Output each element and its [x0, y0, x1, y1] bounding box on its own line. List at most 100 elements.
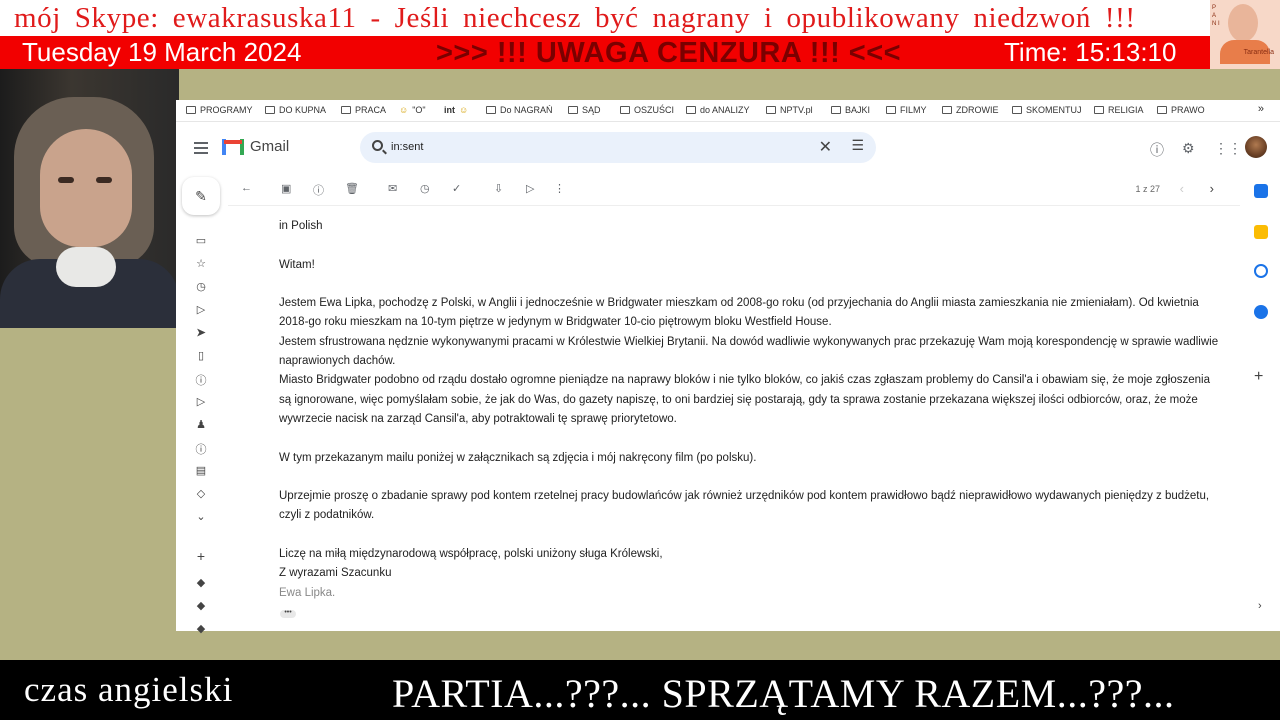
archive-icon[interactable]: ▣ — [281, 182, 291, 195]
site-icon: ☺ — [459, 105, 469, 115]
account-avatar[interactable] — [1245, 136, 1267, 158]
bookmarks-bar: PROGRAMY DO KUPNA PRACA ☺ "O" int ☺ Do NAG… — [176, 100, 1280, 122]
email-paragraph-5: Uprzejmie proszę o zbadanie sprawy pod k… — [279, 490, 1210, 522]
bookmark-zdrowie[interactable]: ZDROWIE — [942, 105, 999, 115]
folder-icon — [1012, 106, 1022, 114]
email-signature: Ewa Lipka. — [279, 586, 336, 599]
search-input[interactable]: in:sent — [391, 141, 423, 153]
inbox-icon[interactable]: ▭ — [193, 234, 209, 247]
email-view: ← ▣ ⓘ 🗑 ✉ ◷ ✓ ⇩ ▷ ⋮ 1 z 27 ‹ › in Polish… — [228, 175, 1240, 617]
search-options-icon[interactable]: ☰ — [851, 137, 864, 154]
back-arrow-icon[interactable]: ← — [241, 182, 252, 194]
profile-face — [1228, 4, 1258, 42]
info-icon[interactable]: ⓘ — [193, 441, 209, 457]
folder-icon — [766, 106, 776, 114]
label-icon[interactable]: ▷ — [193, 395, 209, 408]
bookmark-do-analizy[interactable]: do ANALIZY — [686, 105, 750, 115]
folder-icon — [831, 106, 841, 114]
gmail-logo-text: Gmail — [250, 138, 290, 155]
pencil-icon: ✎ — [195, 188, 207, 204]
gmail-header: Gmail in:sent ✕ ☰ ⓘ ⚙ ⋮⋮ — [176, 122, 1280, 174]
move-to-icon[interactable]: ⇩ — [494, 182, 503, 195]
previous-page-icon[interactable]: ‹ — [1180, 181, 1184, 196]
bookmark-oszusci[interactable]: OSZUŚCI — [620, 105, 674, 115]
report-spam-icon[interactable]: ⓘ — [313, 182, 324, 198]
tag-icon[interactable]: ◇ — [193, 487, 209, 500]
hide-side-panel-icon[interactable]: › — [1258, 600, 1262, 612]
delete-icon[interactable]: 🗑 — [345, 182, 359, 195]
email-toolbar: ← ▣ ⓘ 🗑 ✉ ◷ ✓ ⇩ ▷ ⋮ 1 z 27 ‹ › — [228, 175, 1240, 206]
search-icon[interactable] — [372, 140, 383, 151]
folder-icon — [1157, 106, 1167, 114]
censorship-warning: >>> !!! UWAGA CENZURA !!! <<< — [436, 37, 902, 69]
bookmark-o[interactable]: ☺ "O" — [399, 105, 426, 115]
email-body: in Polish Witam! Jestem Ewa Lipka, pocho… — [279, 217, 1219, 603]
compose-button[interactable]: ✎ — [182, 177, 220, 215]
contacts-side-icon[interactable] — [1254, 305, 1268, 319]
bottom-banner: czas angielski PARTIA...???... SPRZĄTAMY… — [0, 660, 1280, 720]
profile-side-text: P A N I — [1212, 5, 1220, 27]
main-menu-icon[interactable] — [194, 147, 208, 149]
gmail-logo[interactable]: Gmail — [222, 138, 289, 155]
mark-unread-icon[interactable]: ✉ — [388, 182, 397, 195]
webcam-overlay — [0, 69, 179, 328]
apps-grid-icon[interactable]: ⋮⋮ — [1214, 140, 1242, 157]
drafts-icon[interactable]: ▯ — [193, 349, 209, 362]
label-dark-icon[interactable]: ◆ — [193, 576, 209, 589]
skype-banner: mój Skype: ewakrasuska11 - Jeśli niechce… — [0, 0, 1210, 36]
pagination-text: 1 z 27 — [1135, 184, 1160, 194]
bookmark-sad[interactable]: SĄD — [568, 105, 601, 115]
bookmark-do-nagran[interactable]: Do NAGRAŃ — [486, 105, 553, 115]
sent-icon[interactable]: ➤ — [193, 326, 209, 339]
search-bar[interactable]: in:sent ✕ ☰ — [360, 132, 876, 163]
label-dark-icon[interactable]: ◆ — [193, 622, 209, 635]
folder-icon — [1094, 106, 1104, 114]
folder-icon — [620, 106, 630, 114]
settings-gear-icon[interactable]: ⚙ — [1182, 140, 1195, 157]
folder-icon — [568, 106, 578, 114]
snoozed-icon[interactable]: ◷ — [193, 280, 209, 293]
bookmark-filmy[interactable]: FILMY — [886, 105, 927, 115]
help-icon[interactable]: ⓘ — [1150, 140, 1164, 160]
add-task-icon[interactable]: ✓ — [452, 182, 461, 195]
bookmark-nptv[interactable]: NPTV.pl — [766, 105, 813, 115]
folder-icon — [942, 106, 952, 114]
chat-icon[interactable]: ▤ — [193, 464, 209, 477]
bookmark-do-kupna[interactable]: DO KUPNA — [265, 105, 326, 115]
folder-icon — [686, 106, 696, 114]
bookmark-religia[interactable]: RELIGIA — [1094, 105, 1144, 115]
folder-icon — [265, 106, 275, 114]
gmail-m-icon — [222, 138, 244, 155]
tasks-icon[interactable] — [1254, 264, 1268, 278]
important-icon[interactable]: ▷ — [193, 303, 209, 316]
email-paragraph-1: Jestem Ewa Lipka, pochodzę z Polski, w A… — [279, 297, 1199, 329]
expand-more-icon[interactable]: ⌄ — [193, 510, 209, 523]
contacts-icon[interactable]: ♟ — [193, 418, 209, 431]
calendar-icon[interactable] — [1254, 184, 1268, 198]
profile-thumbnail: P A N I Tarantella — [1210, 0, 1280, 69]
snooze-icon[interactable]: ◷ — [420, 182, 430, 195]
email-paragraph-4: W tym przekazanym mailu poniżej w załącz… — [279, 451, 757, 464]
create-label-icon[interactable]: + — [193, 548, 209, 564]
starred-icon[interactable]: ☆ — [193, 257, 209, 270]
labels-icon[interactable]: ▷ — [526, 182, 534, 195]
bookmark-int[interactable]: int ☺ — [444, 105, 468, 115]
language-note: in Polish — [279, 220, 323, 232]
bookmark-prawo[interactable]: PRAWO — [1157, 105, 1205, 115]
bookmark-praca[interactable]: PRACA — [341, 105, 386, 115]
add-addon-icon[interactable]: + — [1254, 368, 1263, 386]
email-paragraph-3: Miasto Bridgwater podobno od rządu dosta… — [279, 374, 1210, 425]
bookmarks-more-button[interactable]: » — [1258, 103, 1264, 115]
keep-icon[interactable] — [1254, 225, 1268, 239]
spam-icon[interactable]: ⓘ — [193, 372, 209, 388]
show-trimmed-content-button[interactable]: ••• — [280, 609, 296, 618]
bookmark-programy[interactable]: PROGRAMY — [186, 105, 253, 115]
label-dark-icon[interactable]: ◆ — [193, 599, 209, 612]
date-warning-banner: Tuesday 19 March 2024 >>> !!! UWAGA CENZ… — [0, 36, 1210, 69]
next-page-icon[interactable]: › — [1210, 181, 1214, 196]
more-options-icon[interactable]: ⋮ — [554, 182, 565, 195]
bookmark-bajki[interactable]: BAJKI — [831, 105, 870, 115]
bookmark-skomentuj[interactable]: SKOMENTUJ — [1012, 105, 1082, 115]
clear-search-icon[interactable]: ✕ — [819, 137, 832, 157]
emoji-icon: ☺ — [399, 105, 409, 115]
